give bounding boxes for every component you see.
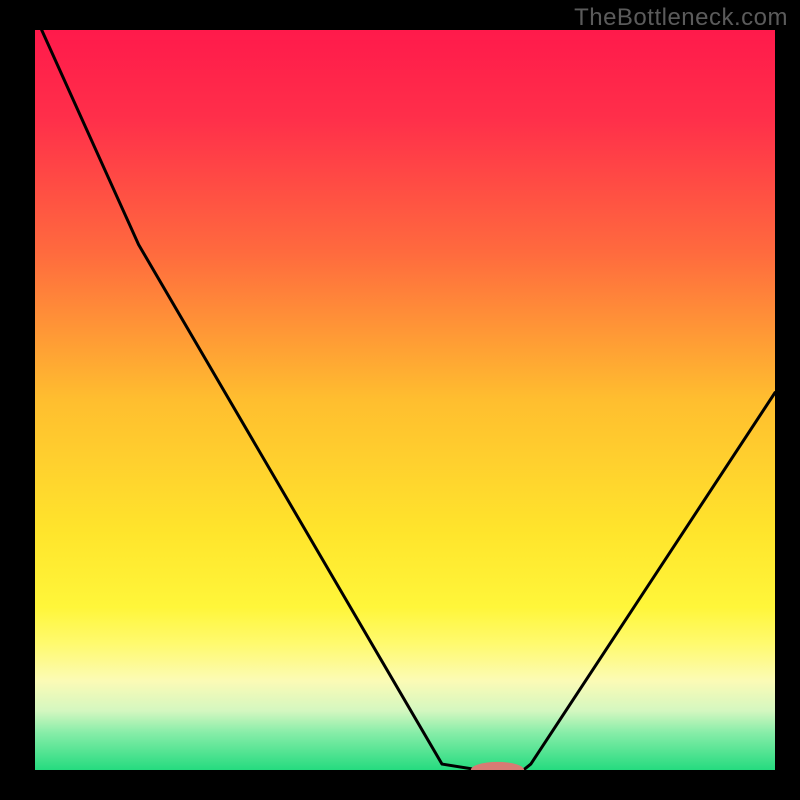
- plot-area: [35, 30, 775, 770]
- chart-svg: [35, 30, 775, 770]
- gradient-background: [35, 30, 775, 770]
- watermark-text: TheBottleneck.com: [574, 4, 788, 32]
- chart-canvas: TheBottleneck.com: [0, 0, 800, 800]
